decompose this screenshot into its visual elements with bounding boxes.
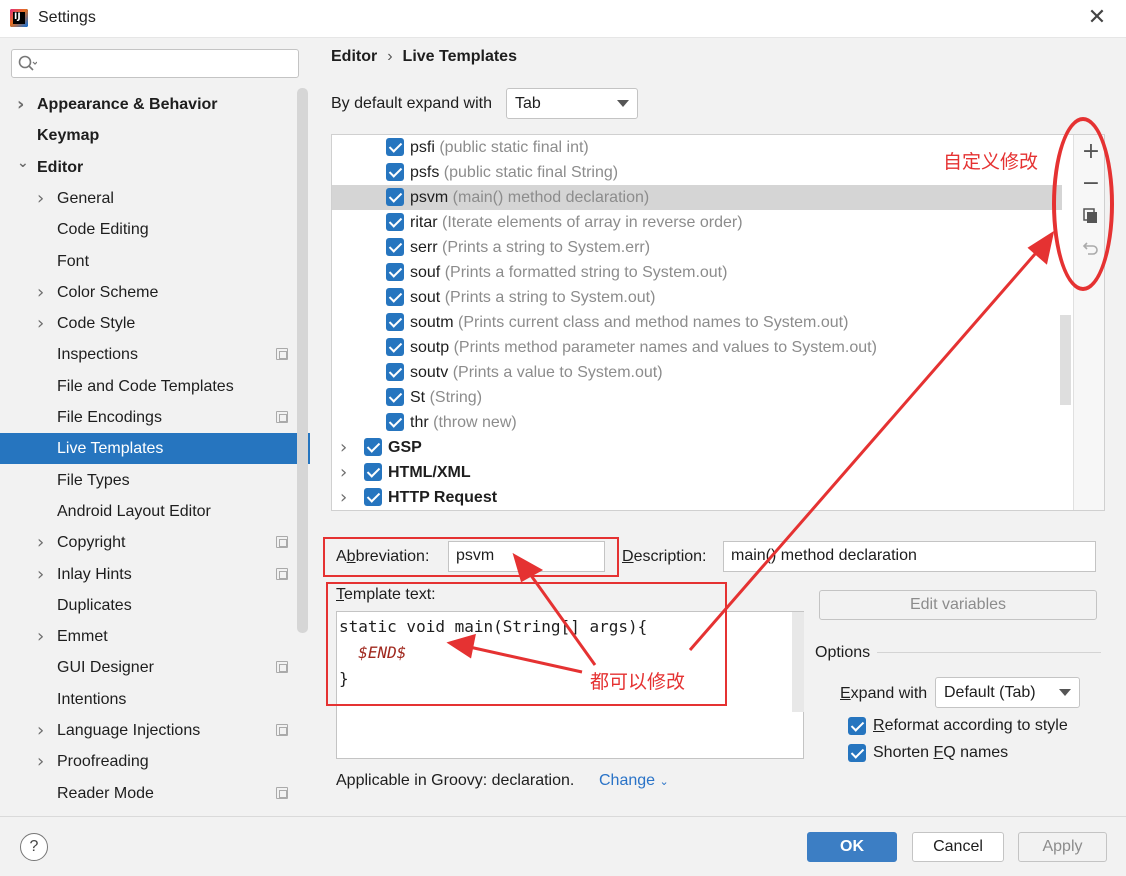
arrow-to-end-variable [464,644,583,674]
arrowhead [512,552,544,583]
annotation-arrows [446,230,1055,674]
arrow-to-abbreviation [523,566,597,666]
arrow-to-toolbar [688,245,1044,651]
arrowhead [446,633,476,659]
